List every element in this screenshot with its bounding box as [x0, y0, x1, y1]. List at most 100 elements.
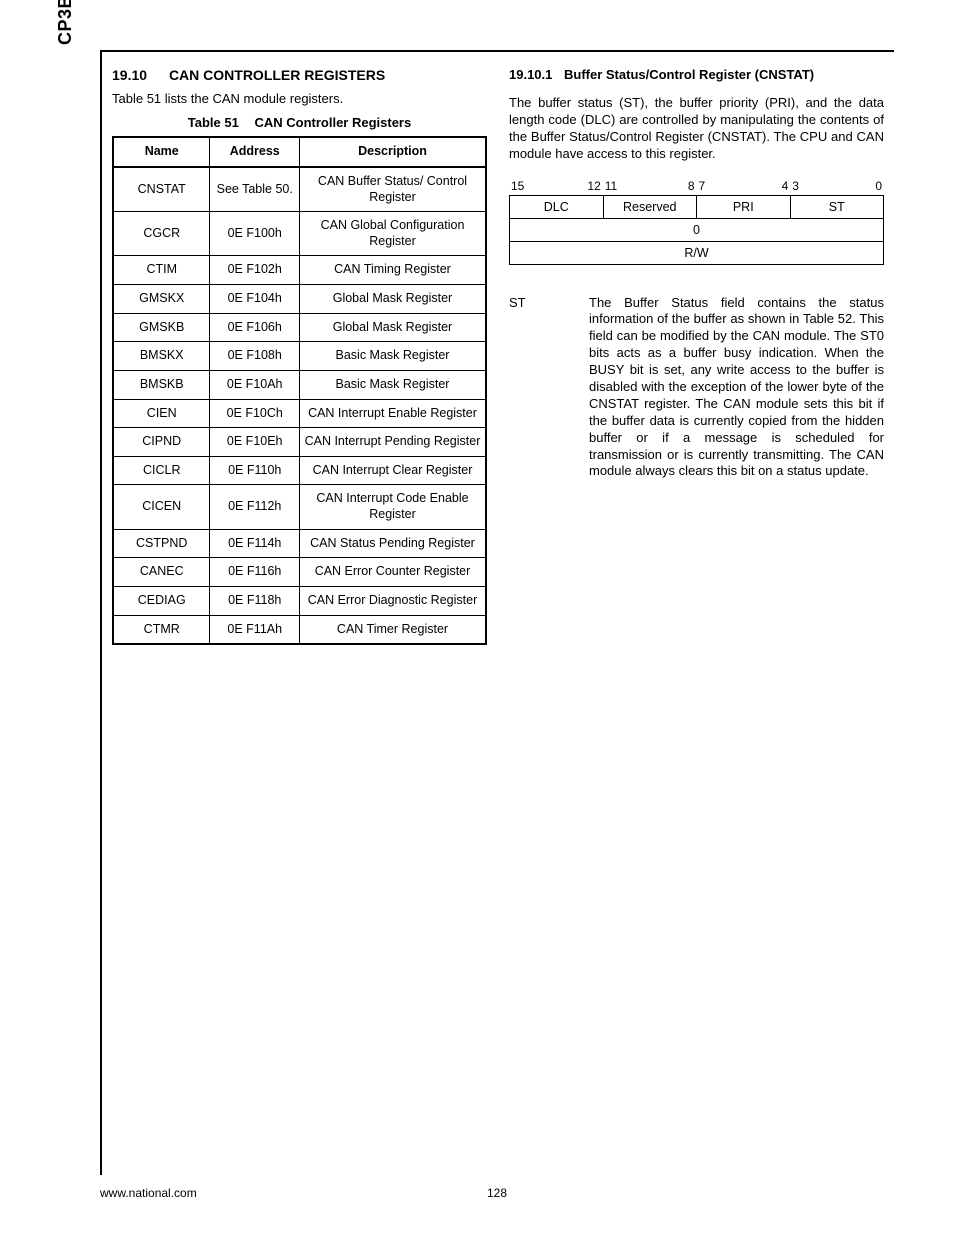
- table-row: GMSKB0E F106hGlobal Mask Register: [113, 313, 486, 342]
- cell-name: CIPND: [113, 428, 210, 457]
- cell-name: CICLR: [113, 456, 210, 485]
- cell-addr: 0E F100h: [210, 212, 300, 256]
- cell-addr: 0E F112h: [210, 485, 300, 529]
- bit-7: 7: [699, 179, 706, 193]
- cell-desc: CAN Interrupt Code Enable Register: [299, 485, 486, 529]
- page-footer: www.national.com 128: [100, 1186, 894, 1200]
- registers-table: Name Address Description CNSTATSee Table…: [112, 136, 487, 645]
- cell-addr: 0E F102h: [210, 256, 300, 285]
- cell-addr: 0E F114h: [210, 529, 300, 558]
- cell-desc: CAN Error Diagnostic Register: [299, 586, 486, 615]
- cell-name: CICEN: [113, 485, 210, 529]
- cell-addr: 0E F116h: [210, 558, 300, 587]
- cell-desc: CAN Status Pending Register: [299, 529, 486, 558]
- cell-name: CSTPND: [113, 529, 210, 558]
- table-row: CEDIAG0E F118hCAN Error Diagnostic Regis…: [113, 586, 486, 615]
- cell-name: CNSTAT: [113, 167, 210, 212]
- bit-4: 4: [782, 179, 789, 193]
- bit-0: 0: [875, 179, 882, 193]
- table-title: CAN Controller Registers: [254, 115, 411, 130]
- bitfield-table: DLC Reserved PRI ST 0 R/W: [509, 195, 884, 265]
- cell-name: CANEC: [113, 558, 210, 587]
- section-number: 19.10: [112, 67, 147, 83]
- table-row: CANEC0E F116hCAN Error Counter Register: [113, 558, 486, 587]
- table-row: CTMR0E F11AhCAN Timer Register: [113, 615, 486, 644]
- table-row: CICLR0E F110hCAN Interrupt Clear Registe…: [113, 456, 486, 485]
- cell-desc: CAN Interrupt Enable Register: [299, 399, 486, 428]
- cell-addr: 0E F110h: [210, 456, 300, 485]
- th-name: Name: [113, 137, 210, 167]
- cell-name: CEDIAG: [113, 586, 210, 615]
- cell-addr: 0E F10Ah: [210, 370, 300, 399]
- cell-desc: Global Mask Register: [299, 313, 486, 342]
- cell-desc: Global Mask Register: [299, 285, 486, 314]
- cell-addr: 0E F11Ah: [210, 615, 300, 644]
- bitfield-st: ST: [790, 195, 884, 218]
- cell-addr: 0E F10Eh: [210, 428, 300, 457]
- field-name: ST: [509, 295, 579, 481]
- cell-name: GMSKX: [113, 285, 210, 314]
- table-number: Table 51: [188, 115, 239, 130]
- cell-addr: 0E F106h: [210, 313, 300, 342]
- subsection-title: Buffer Status/Control Register (CNSTAT): [564, 67, 814, 82]
- cell-addr: 0E F104h: [210, 285, 300, 314]
- right-column: 19.10.1 Buffer Status/Control Register (…: [509, 67, 884, 645]
- cell-desc: CAN Interrupt Pending Register: [299, 428, 486, 457]
- cell-desc: CAN Timer Register: [299, 615, 486, 644]
- table-caption: Table 51 CAN Controller Registers: [112, 115, 487, 130]
- bit-12: 12: [587, 179, 600, 193]
- section-title: CAN CONTROLLER REGISTERS: [169, 67, 385, 83]
- bit-11: 11: [605, 179, 617, 193]
- side-label: CP3BT26: [55, 0, 76, 45]
- table-row: CTIM0E F102hCAN Timing Register: [113, 256, 486, 285]
- field-text: The Buffer Status field contains the sta…: [589, 295, 884, 481]
- footer-url: www.national.com: [100, 1186, 197, 1200]
- cell-name: BMSKB: [113, 370, 210, 399]
- left-column: 19.10 CAN CONTROLLER REGISTERS Table 51 …: [112, 67, 487, 645]
- cell-desc: Basic Mask Register: [299, 342, 486, 371]
- bitfield-dlc: DLC: [510, 195, 604, 218]
- cell-name: CIEN: [113, 399, 210, 428]
- lead-paragraph: Table 51 lists the CAN module registers.: [112, 91, 487, 107]
- th-description: Description: [299, 137, 486, 167]
- bitfield-pri: PRI: [697, 195, 791, 218]
- table-row: CNSTATSee Table 50.CAN Buffer Status/ Co…: [113, 167, 486, 212]
- bit-3: 3: [792, 179, 799, 193]
- subsection-heading: 19.10.1 Buffer Status/Control Register (…: [509, 67, 884, 82]
- bit-15: 15: [511, 179, 524, 193]
- th-address: Address: [210, 137, 300, 167]
- field-description: ST The Buffer Status field contains the …: [509, 295, 884, 481]
- table-row: CIPND0E F10EhCAN Interrupt Pending Regis…: [113, 428, 486, 457]
- bitfield-reset: 0: [510, 218, 884, 241]
- table-row: CGCR0E F100hCAN Global Configuration Reg…: [113, 212, 486, 256]
- table-row: GMSKX0E F104hGlobal Mask Register: [113, 285, 486, 314]
- cell-name: GMSKB: [113, 313, 210, 342]
- cell-desc: CAN Timing Register: [299, 256, 486, 285]
- cell-desc: CAN Interrupt Clear Register: [299, 456, 486, 485]
- bitfield-reserved: Reserved: [603, 195, 697, 218]
- cell-desc: CAN Global Configuration Register: [299, 212, 486, 256]
- table-row: CSTPND0E F114hCAN Status Pending Registe…: [113, 529, 486, 558]
- cell-addr: 0E F10Ch: [210, 399, 300, 428]
- table-row: BMSKX0E F108hBasic Mask Register: [113, 342, 486, 371]
- cell-name: BMSKX: [113, 342, 210, 371]
- subsection-paragraph: The buffer status (ST), the buffer prior…: [509, 95, 884, 163]
- section-heading: 19.10 CAN CONTROLLER REGISTERS: [112, 67, 487, 83]
- table-row: CICEN0E F112hCAN Interrupt Code Enable R…: [113, 485, 486, 529]
- page-frame: 19.10 CAN CONTROLLER REGISTERS Table 51 …: [100, 50, 894, 1175]
- cell-desc: Basic Mask Register: [299, 370, 486, 399]
- cell-addr: 0E F108h: [210, 342, 300, 371]
- cell-name: CTMR: [113, 615, 210, 644]
- table-row: CIEN0E F10ChCAN Interrupt Enable Registe…: [113, 399, 486, 428]
- subsection-number: 19.10.1: [509, 67, 552, 82]
- cell-addr: 0E F118h: [210, 586, 300, 615]
- table-row: BMSKB0E F10AhBasic Mask Register: [113, 370, 486, 399]
- bitfield-access: R/W: [510, 241, 884, 264]
- cell-desc: CAN Error Counter Register: [299, 558, 486, 587]
- cell-addr: See Table 50.: [210, 167, 300, 212]
- bit-index-row: 15 12 11 8 7 4 3 0: [509, 179, 884, 193]
- cell-name: CGCR: [113, 212, 210, 256]
- cell-desc: CAN Buffer Status/ Control Register: [299, 167, 486, 212]
- cell-name: CTIM: [113, 256, 210, 285]
- bit-8: 8: [688, 179, 695, 193]
